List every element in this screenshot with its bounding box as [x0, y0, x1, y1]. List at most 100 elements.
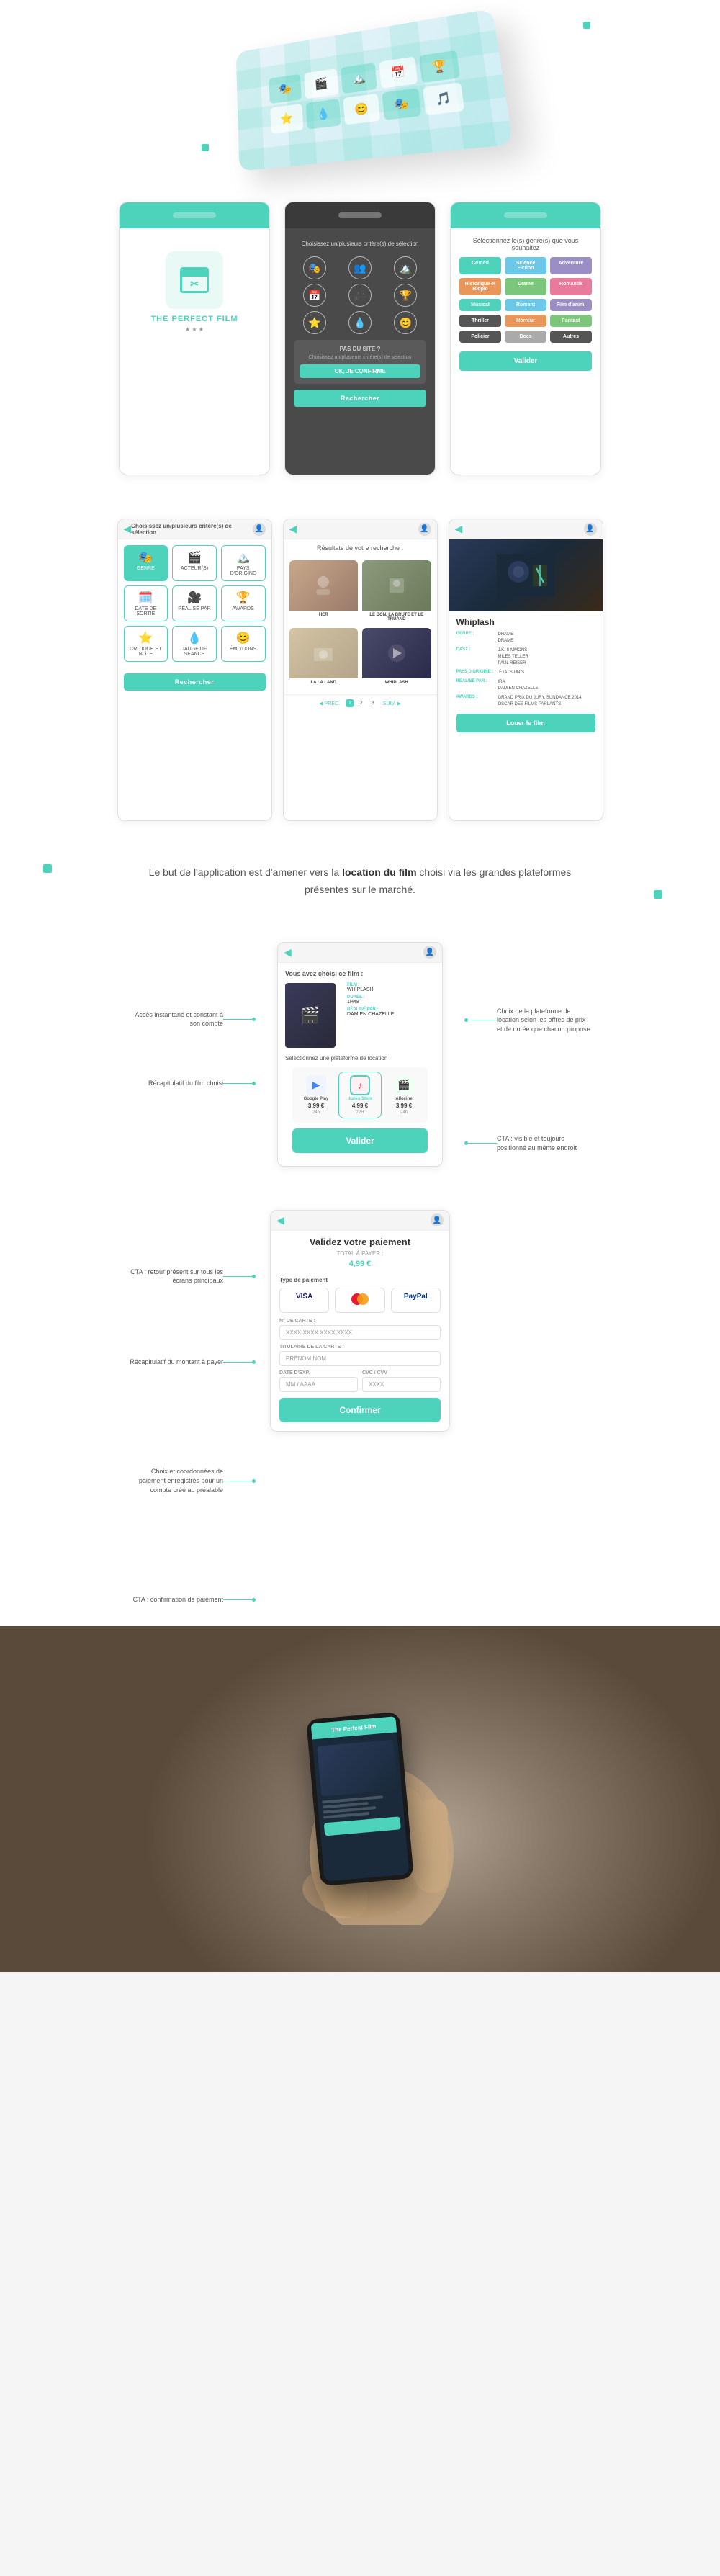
page-1[interactable]: 1	[346, 699, 354, 707]
result-card-lala[interactable]: LA LA LAND	[289, 628, 359, 687]
criteria-cell-date[interactable]: 🗓️ DATE DE SORTIE	[124, 585, 168, 621]
mastercard-btn[interactable]	[335, 1288, 384, 1313]
director-value: IRADAMIEN CHAZELLE	[498, 679, 539, 692]
valider-genre-btn[interactable]: Valider	[459, 351, 592, 371]
payment-annotations-left: CTA : retour présent sur tous les écrans…	[14, 1210, 256, 1605]
card-number-field: N° DE CARTE : XXXX XXXX XXXX XXXX	[279, 1319, 441, 1340]
genre-comedie[interactable]: Coméd	[459, 257, 501, 274]
rental-annotations-left: Accès instantané et constant à son compt…	[14, 942, 256, 1088]
result-label-whiplash: WHIPLASH	[362, 678, 431, 687]
platform-alloc[interactable]: 🎬 Allocine 3,99 € 24h	[386, 1075, 422, 1115]
pay-annot-confirm-text: CTA : confirmation de paiement	[133, 1595, 223, 1605]
payment-back-arrow[interactable]: ◀	[276, 1214, 284, 1226]
cast-row: CAST : J.K. SIMMONSMILES TELLERPAUL REIS…	[456, 647, 595, 667]
criteria-cell-realise[interactable]: 🎥 RÉALISÉ PAR	[172, 585, 217, 621]
genre-historique[interactable]: Historique et Biopic	[459, 278, 501, 295]
pay-annot-choix: Choix et coordonnées de paiement enregis…	[14, 1467, 256, 1494]
criteria-cell-awards[interactable]: 🏆 AWARDS	[221, 585, 266, 621]
criteria-icon-3: 🏔️	[385, 256, 426, 279]
date-cell-icon: 🗓️	[138, 591, 153, 605]
phone-screen-content	[317, 1736, 401, 1839]
ok-confirm-btn[interactable]: OK, JE CONFIRME	[300, 364, 420, 378]
confirmer-btn[interactable]: Confirmer	[279, 1398, 441, 1422]
results-back-arrow[interactable]: ◀	[289, 523, 297, 535]
paypal-btn[interactable]: PayPal	[391, 1288, 441, 1313]
genre-drame[interactable]: Drame	[505, 278, 546, 295]
alloc-price: 3,99 €	[396, 1103, 412, 1109]
result-card-cow[interactable]: LE BON, LA BRUTE ET LE TRUAND	[362, 560, 431, 624]
hero-phone-mockup: 🎭 🎬 🏔️ 📅 🏆 ⭐ 💧 😊 🎭 🎵	[236, 9, 513, 171]
visa-btn[interactable]: VISA	[279, 1288, 329, 1313]
criteria-cell-acteur[interactable]: 🎬 ACTEUR(S)	[172, 545, 217, 581]
criteria-icon-4: 📅	[294, 284, 335, 307]
cvv-input[interactable]: XXXX	[362, 1377, 441, 1392]
holder-label: TITULAIRE DE LA CARTE :	[279, 1345, 441, 1350]
itunes-icon: ♪	[350, 1075, 370, 1095]
rental-valider-btn[interactable]: Valider	[292, 1128, 428, 1153]
genre-docs[interactable]: Docs	[505, 331, 546, 343]
prev-page-btn[interactable]: ◀ PREC.	[316, 699, 343, 708]
results-top-bar: ◀ 👤	[284, 519, 437, 539]
page-3[interactable]: 3	[369, 699, 377, 707]
payment-top-bar: ◀ 👤	[271, 1211, 449, 1231]
pay-annot-line-confirm	[223, 1599, 252, 1600]
pas-du-site-text: PAS DU SITE ?	[300, 346, 420, 352]
genre-musical[interactable]: Musical	[459, 299, 501, 311]
rental-director-value: DAMIEN CHAZELLE	[347, 1012, 435, 1017]
genre-autres[interactable]: Autres	[550, 331, 592, 343]
rental-annotations-right: Choix de la plateforme de location selon…	[464, 942, 706, 1153]
result-card-her[interactable]: HER	[289, 560, 359, 624]
phone-screen: The Perfect Film	[311, 1716, 410, 1881]
phone-whiplash-detail: ◀ 👤 Whiplash GENRE : DRAMEDRAME CAST :	[449, 519, 603, 821]
pay-annot-cta-retour: CTA : retour présent sur tous les écrans…	[14, 1267, 256, 1285]
criteria-circle-4: 📅	[303, 284, 326, 307]
genre-adventure[interactable]: Adventure	[550, 257, 592, 274]
results-grid: HER LE BON, LA BRUTE ET LE TRUAND LA LA …	[284, 556, 437, 691]
pays-cell-icon: 🏔️	[236, 550, 251, 565]
genre-value: DRAMEDRAME	[498, 632, 514, 645]
rental-body: Vous avez choisi ce film : 🎬 FILM : WHIP…	[278, 963, 442, 1166]
rental-back-arrow[interactable]: ◀	[284, 946, 292, 959]
platform-itunes[interactable]: ♪ Itunes Store 4,99 € 72H	[338, 1072, 382, 1118]
back-arrow-icon[interactable]: ◀	[124, 523, 132, 535]
whiplash-title: Whiplash	[456, 617, 595, 627]
criteria-header-text: Choisissez un/plusieurs critère(s) de sé…	[294, 237, 426, 251]
page-2[interactable]: 2	[357, 699, 366, 707]
phone-notch-2	[338, 212, 382, 218]
card-number-input[interactable]: XXXX XXXX XXXX XXXX	[279, 1325, 441, 1340]
holder-input[interactable]: PRÉNOM NOM	[279, 1351, 441, 1366]
expiry-input[interactable]: MM / AAAA	[279, 1377, 358, 1392]
louer-film-btn[interactable]: Louer le film	[456, 714, 595, 732]
criteria-cell-jauge[interactable]: 💧 JAUGE DE SÉANCE	[172, 626, 217, 662]
platform-google[interactable]: ▶ Google Play 3,99 € 24h	[298, 1075, 334, 1115]
genre-scifi[interactable]: Science Fiction	[505, 257, 546, 274]
whiplash-back-arrow[interactable]: ◀	[455, 523, 463, 535]
criteria-cell-genre[interactable]: 🎭 GENRE	[124, 545, 168, 581]
hero-icon-7: 💧	[306, 99, 341, 130]
genre-romantik[interactable]: Romantik	[550, 278, 592, 295]
pay-annot-dot-choix	[252, 1479, 256, 1483]
whiplash-user-icon: 👤	[584, 523, 597, 536]
rechercher-btn[interactable]: Rechercher	[294, 390, 426, 407]
next-page-btn[interactable]: SUIV. ▶	[380, 699, 404, 708]
genre-fantast[interactable]: Fantast	[550, 315, 592, 327]
annot-choix-wrap: Choix de la plateforme de location selon…	[464, 1007, 706, 1034]
genre-animation[interactable]: Film d'anim.	[550, 299, 592, 311]
criteria-icon-9: 😊	[385, 311, 426, 334]
criteria-cell-emotions[interactable]: 😊 ÉMOTIONS	[221, 626, 266, 662]
payment-methods-row: VISA PayPal	[279, 1288, 441, 1313]
rechercher-btn-2[interactable]: Rechercher	[124, 673, 266, 691]
genre-romant[interactable]: Romant	[505, 299, 546, 311]
result-card-whiplash[interactable]: WHIPLASH	[362, 628, 431, 687]
genre-thriller[interactable]: Thriller	[459, 315, 501, 327]
criteria-cell-critique[interactable]: ⭐ CRITIQUE ET NOTE	[124, 626, 168, 662]
film-value: WHIPLASH	[347, 987, 435, 992]
annot-acces-text: Accès instantané et constant à son compt…	[130, 1010, 223, 1028]
genre-horreur[interactable]: Horreur	[505, 315, 546, 327]
emotions-cell-icon: 😊	[236, 631, 251, 645]
awards-label: AWARDS :	[456, 695, 492, 708]
pay-annot-line-cta-retour	[223, 1276, 252, 1277]
genre-policier[interactable]: Policier	[459, 331, 501, 343]
criteria-cell-pays[interactable]: 🏔️ PAYS D'ORIGINE	[221, 545, 266, 581]
rental-top-bar: ◀ 👤	[278, 943, 442, 963]
